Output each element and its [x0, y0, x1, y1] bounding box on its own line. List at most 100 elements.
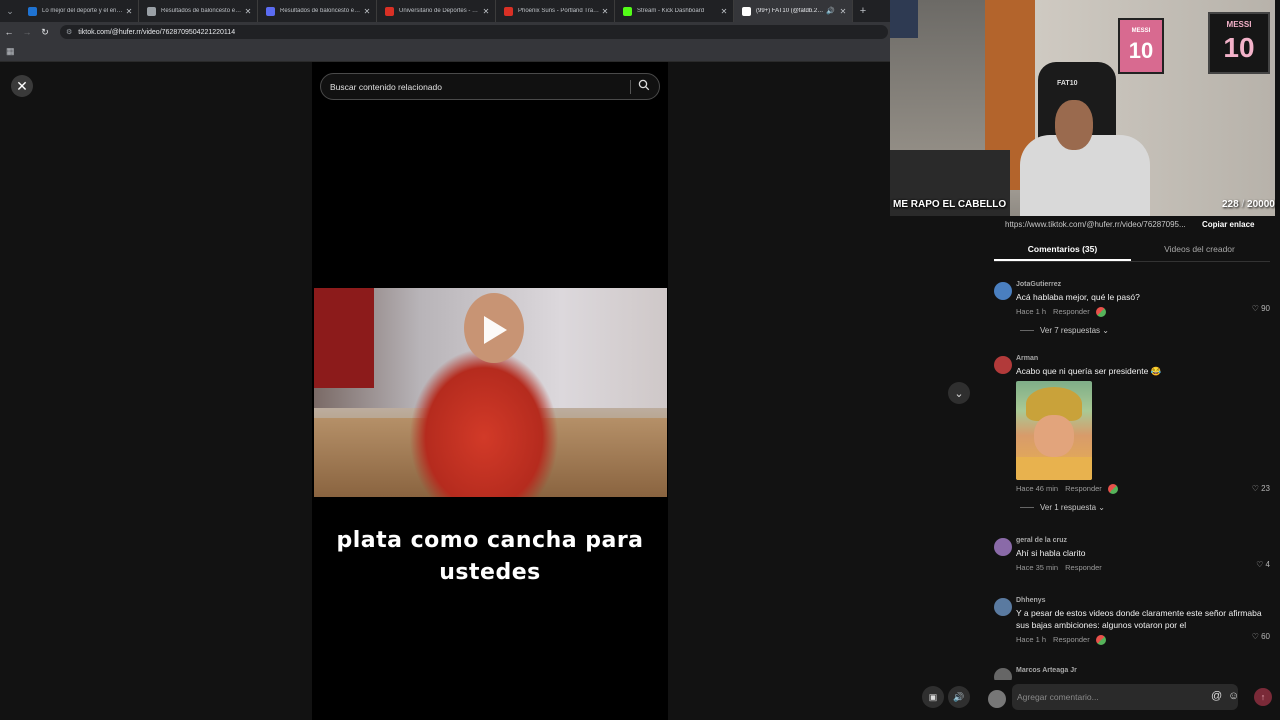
play-icon[interactable] [476, 312, 512, 348]
avatar[interactable] [994, 356, 1012, 374]
comment-item: Dhhenys Y a pesar de estos videos donde … [994, 596, 1270, 666]
back-icon[interactable]: ← [0, 27, 18, 37]
comment-username[interactable]: Dhhenys [1016, 596, 1270, 606]
mention-icon[interactable]: @ [1211, 690, 1222, 702]
toolbar: ← → ↻ ⚙ tiktok.com/@hufer.rr/video/76287… [0, 22, 890, 42]
tab-creator-videos[interactable]: Videos del creador [1131, 238, 1268, 261]
like-button[interactable]: ♡ 90 [1252, 304, 1270, 313]
view-replies-button[interactable]: Ver 1 respuesta ⌄ [1016, 503, 1270, 512]
emoji-icon[interactable]: ☺ [1228, 690, 1239, 702]
reply-button[interactable]: Responder [1053, 633, 1090, 647]
heart-icon: ♡ [1251, 484, 1259, 493]
browser-tab[interactable]: Lo mejor del deporte y el entretenimient… [20, 0, 139, 22]
poster-text: MESSI [1131, 28, 1151, 34]
browser-tab[interactable]: Universitario de Deportes - Col ✕ [377, 0, 496, 22]
favicon-icon [504, 6, 513, 16]
audio-playing-icon[interactable]: 🔊 [826, 7, 835, 15]
avatar[interactable] [994, 598, 1012, 616]
webcam-overlay: MESSI 10 MESSI 10 FAT10 [890, 0, 1275, 216]
like-count: 60 [1261, 632, 1270, 641]
close-tab-icon[interactable]: ✕ [719, 7, 729, 16]
close-tab-icon[interactable]: ✕ [600, 7, 610, 16]
messi-poster: MESSI 10 [1208, 12, 1270, 74]
view-replies-label: Ver 7 respuestas [1040, 326, 1101, 335]
reply-button[interactable]: Responder [1065, 482, 1102, 496]
new-tab-button[interactable]: + [853, 5, 873, 17]
address-bar[interactable]: ⚙ tiktok.com/@hufer.rr/video/76287095042… [60, 25, 888, 39]
comment-item: geral de la cruz Ahí si habla clarito Ha… [994, 536, 1270, 596]
avatar[interactable] [994, 282, 1012, 300]
like-button[interactable]: ♡ 60 [1252, 632, 1270, 641]
browser-tab[interactable]: Resultados de baloncesto en directo✕ [258, 0, 377, 22]
close-tab-icon[interactable]: ✕ [362, 7, 372, 16]
caption-line-1: plata como cancha para [336, 528, 644, 553]
tab-strip: ⌄ Lo mejor del deporte y el entretenimie… [0, 0, 890, 22]
browser-tab[interactable]: Resultados de baloncesto en vivo ✕ [139, 0, 258, 22]
chair-logo: FAT10 [1057, 80, 1078, 87]
search-divider [630, 80, 631, 94]
comment-input[interactable]: Agregar comentario... [1012, 684, 1238, 710]
close-tab-icon[interactable]: ✕ [481, 7, 491, 16]
tab-title: (99+) FAT10 (@fatdb.25) | TikTok [756, 8, 826, 14]
forward-icon[interactable]: → [18, 27, 36, 37]
favicon-icon [623, 6, 632, 16]
copy-link-button[interactable]: Copiar enlace [1202, 220, 1254, 229]
volume-icon[interactable]: 🔊 [948, 686, 970, 708]
reply-button[interactable]: Responder [1065, 561, 1102, 575]
apps-grid-icon[interactable]: ▦ [6, 46, 15, 57]
comment-image[interactable] [1016, 381, 1092, 480]
tab-search-icon[interactable]: ⌄ [0, 0, 20, 22]
chevron-down-icon: ⌄ [1102, 326, 1109, 335]
close-video-button[interactable]: ✕ [11, 75, 33, 97]
caption-line-2: ustedes [439, 560, 541, 585]
poster-number: 10 [1128, 38, 1154, 63]
view-replies-button[interactable]: Ver 7 respuestas ⌄ [1016, 326, 1270, 335]
search-icon[interactable] [637, 79, 651, 93]
poster-text: MESSI [1226, 20, 1252, 29]
site-info-icon[interactable]: ⚙ [66, 28, 72, 36]
favicon-icon [742, 6, 751, 16]
comment-item: Marcos Arteaga Jr [994, 666, 1270, 680]
comment-username[interactable]: JotaGutierrez [1016, 280, 1270, 290]
avatar[interactable] [994, 538, 1012, 556]
close-tab-icon[interactable]: ✕ [124, 7, 134, 16]
video-caption: plata como cancha para ustedes [312, 525, 668, 589]
heart-icon: ♡ [1251, 304, 1259, 313]
close-tab-icon[interactable]: ✕ [838, 7, 848, 16]
mini-player-icon[interactable]: ▣ [922, 686, 944, 708]
creator-reaction-icon [1107, 484, 1118, 494]
browser-tab[interactable]: (99+) FAT10 (@fatdb.25) | TikTok🔊✕ [734, 0, 853, 22]
comment-meta: Hace 46 min Responder [1016, 482, 1270, 496]
comment-username[interactable]: Arman [1016, 354, 1270, 364]
url-text: tiktok.com/@hufer.rr/video/7628709504221… [78, 28, 236, 36]
comment-text: Acá hablaba mejor, qué le pasó? [1016, 292, 1140, 302]
browser-tab[interactable]: Stream - Kick Dashboard ✕ [615, 0, 734, 22]
close-tab-icon[interactable]: ✕ [243, 7, 253, 16]
panel-tabs: Comentarios (35) Videos del creador [994, 238, 1270, 262]
chevron-down-icon[interactable]: ⌄ [948, 382, 970, 404]
tab-title: Stream - Kick Dashboard [637, 8, 705, 14]
tab-title: Phoenix Suns - Portland Trail Blazers [518, 8, 600, 14]
comment-composer: Agregar comentario... @ ☺ ↑ [988, 684, 1272, 714]
tab-title: Lo mejor del deporte y el entretenimient… [42, 8, 124, 14]
view-replies-label: Ver 1 respuesta [1040, 503, 1097, 512]
reply-button[interactable]: Responder [1053, 305, 1090, 319]
tab-title: Resultados de baloncesto en vivo [161, 8, 243, 14]
tab-comments[interactable]: Comentarios (35) [994, 238, 1131, 261]
reload-icon[interactable]: ↻ [36, 27, 54, 38]
like-button[interactable]: ♡ 4 [1256, 560, 1270, 569]
browser-tab[interactable]: Phoenix Suns - Portland Trail Blazers✕ [496, 0, 615, 22]
creator-reaction-icon [1095, 307, 1106, 317]
stream-goal-title: ME RAPO EL CABELLO [893, 199, 1007, 210]
avatar [988, 690, 1006, 708]
comment-meta: Hace 1 h Responder [1016, 305, 1270, 319]
comment-meta: Hace 35 min Responder [1016, 561, 1270, 575]
comment-username[interactable]: geral de la cruz [1016, 536, 1270, 546]
comment-username[interactable]: Marcos Arteaga Jr [1016, 666, 1270, 676]
send-icon[interactable]: ↑ [1254, 688, 1272, 706]
stream-goal-counter: 228 / 20000 [1222, 199, 1275, 210]
avatar[interactable] [994, 668, 1012, 680]
tab-title: Universitario de Deportes - Col [399, 8, 481, 14]
like-button[interactable]: ♡ 23 [1252, 484, 1270, 493]
related-search-input[interactable]: Buscar contenido relacionado [320, 73, 660, 100]
